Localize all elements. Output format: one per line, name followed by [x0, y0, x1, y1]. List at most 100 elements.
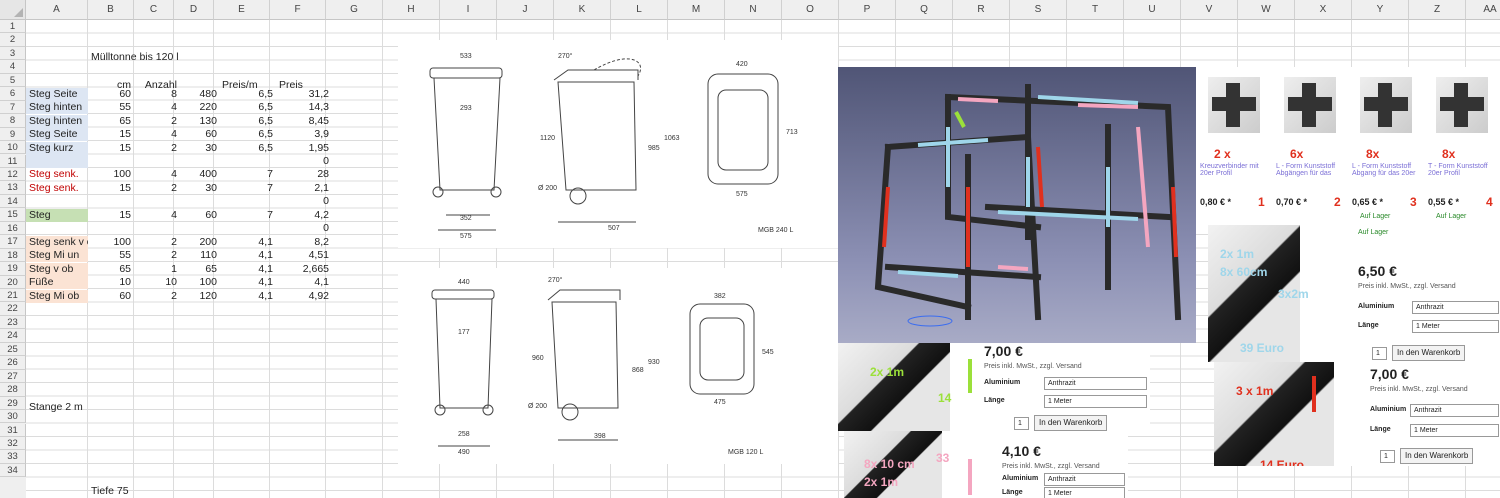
cell-c10[interactable]: 2: [134, 142, 180, 155]
material-select-4[interactable]: Anthrazit: [1044, 473, 1125, 486]
product-tile-1[interactable]: 2 x Kreuzverbinder mit 20er Profil 0,80 € …: [1200, 71, 1272, 221]
column-header-y[interactable]: Y: [1352, 0, 1409, 20]
cell-d7[interactable]: 220: [180, 101, 220, 114]
cell-b34[interactable]: Tiefe 75: [88, 485, 148, 498]
row-header-16[interactable]: 16: [0, 221, 26, 236]
column-header-g[interactable]: G: [326, 0, 383, 20]
add-to-cart-button-3[interactable]: In den Warenkorb: [1400, 448, 1474, 464]
column-header-q[interactable]: Q: [896, 0, 953, 20]
cell-c20[interactable]: 10: [134, 276, 180, 289]
cell-c6[interactable]: 8: [134, 88, 180, 101]
cell-b16[interactable]: [88, 222, 134, 235]
cell-b3[interactable]: Mülltonne bis 120 l: [88, 51, 188, 64]
cell-a11[interactable]: [26, 155, 88, 168]
cell-a17[interactable]: Steg senk v o: [26, 235, 88, 249]
cell-f16[interactable]: 0: [276, 222, 332, 235]
cell-d15[interactable]: 60: [180, 209, 220, 222]
product-tile-3[interactable]: 8x L - Form Kunststoff Abgang für das 20e…: [1352, 71, 1424, 221]
cell-b6[interactable]: 60: [88, 88, 134, 101]
length-select-2[interactable]: 1 Meter: [1044, 395, 1147, 408]
material-select-1[interactable]: Anthrazit: [1412, 301, 1499, 314]
column-header-s[interactable]: S: [1010, 0, 1067, 20]
column-header-d[interactable]: D: [174, 0, 214, 20]
row-header-29[interactable]: 29: [0, 396, 26, 411]
cell-f20[interactable]: 4,1: [276, 276, 332, 289]
cell-b19[interactable]: 65: [88, 263, 134, 276]
column-header-a[interactable]: A: [26, 0, 88, 20]
cell-a8[interactable]: Steg hinten: [26, 114, 88, 128]
cell-c15[interactable]: 4: [134, 209, 180, 222]
cell-d20[interactable]: 100: [180, 276, 220, 289]
cell-b12[interactable]: 100: [88, 168, 134, 181]
cell-d13[interactable]: 30: [180, 182, 220, 195]
cell-c18[interactable]: 2: [134, 249, 180, 262]
cell-b21[interactable]: 60: [88, 290, 134, 303]
cell-d11[interactable]: [180, 155, 220, 168]
cell-d6[interactable]: 480: [180, 88, 220, 101]
column-header-z[interactable]: Z: [1409, 0, 1466, 20]
qty-input-1[interactable]: 1: [1372, 347, 1387, 360]
material-select-3[interactable]: Anthrazit: [1410, 404, 1499, 417]
row-header-28[interactable]: 28: [0, 383, 26, 397]
cell-e13[interactable]: 7: [220, 182, 276, 195]
row-header-5[interactable]: 5: [0, 73, 26, 88]
cell-f8[interactable]: 8,45: [276, 115, 332, 128]
cell-d10[interactable]: 30: [180, 142, 220, 155]
cell-f18[interactable]: 4,51: [276, 249, 332, 262]
row-header-31[interactable]: 31: [0, 423, 26, 437]
row-header-18[interactable]: 18: [0, 248, 26, 263]
qty-input-3[interactable]: 1: [1380, 450, 1395, 463]
cell-f6[interactable]: 31,2: [276, 88, 332, 101]
cell-d14[interactable]: [180, 195, 220, 208]
cell-b14[interactable]: [88, 195, 134, 208]
cell-d16[interactable]: [180, 222, 220, 235]
cell-b10[interactable]: 15: [88, 142, 134, 155]
cell-f14[interactable]: 0: [276, 195, 332, 208]
row-header-27[interactable]: 27: [0, 369, 26, 384]
cell-c8[interactable]: 2: [134, 115, 180, 128]
row-header-32[interactable]: 32: [0, 436, 26, 451]
select-all-corner[interactable]: [0, 0, 26, 20]
column-header-w[interactable]: W: [1238, 0, 1295, 20]
add-to-cart-button-2[interactable]: In den Warenkorb: [1034, 415, 1108, 431]
column-header-k[interactable]: K: [554, 0, 611, 20]
cell-e6[interactable]: 6,5: [220, 88, 276, 101]
cell-b15[interactable]: 15: [88, 209, 134, 222]
cell-f13[interactable]: 2,1: [276, 182, 332, 195]
product-name[interactable]: Kreuzverbinder mit 20er Profil: [1200, 163, 1272, 177]
row-header-25[interactable]: 25: [0, 342, 26, 357]
cell-f12[interactable]: 28: [276, 168, 332, 181]
cell-a10[interactable]: Steg kurz: [26, 141, 88, 155]
cell-e9[interactable]: 6,5: [220, 128, 276, 141]
row-header-3[interactable]: 3: [0, 46, 26, 61]
column-header-aa[interactable]: AA: [1466, 0, 1500, 20]
row-header-15[interactable]: 15: [0, 208, 26, 222]
length-select-4[interactable]: 1 Meter: [1044, 487, 1125, 498]
cell-a13[interactable]: Steg senk.: [26, 182, 88, 195]
cell-e21[interactable]: 4,1: [220, 290, 276, 303]
cell-a6[interactable]: Steg Seite: [26, 87, 88, 101]
row-header-13[interactable]: 13: [0, 181, 26, 195]
cell-e8[interactable]: 6,5: [220, 115, 276, 128]
cell-b7[interactable]: 55: [88, 101, 134, 114]
cell-a18[interactable]: Steg Mi un: [26, 249, 88, 263]
cell-c12[interactable]: 4: [134, 168, 180, 181]
cell-a14[interactable]: [26, 195, 88, 208]
cell-d17[interactable]: 200: [180, 236, 220, 249]
cell-d21[interactable]: 120: [180, 290, 220, 303]
cell-a9[interactable]: Steg Seite: [26, 128, 88, 142]
cell-e7[interactable]: 6,5: [220, 101, 276, 114]
cell-f21[interactable]: 4,92: [276, 290, 332, 303]
cell-b11[interactable]: [88, 155, 134, 168]
cell-f7[interactable]: 14,3: [276, 101, 332, 114]
cell-b8[interactable]: 65: [88, 115, 134, 128]
row-header-22[interactable]: 22: [0, 302, 26, 316]
cell-c7[interactable]: 4: [134, 101, 180, 114]
cell-d18[interactable]: 110: [180, 249, 220, 262]
column-header-b[interactable]: B: [88, 0, 134, 20]
cell-f15[interactable]: 4,2: [276, 209, 332, 222]
cell-b20[interactable]: 10: [88, 276, 134, 289]
row-header-12[interactable]: 12: [0, 167, 26, 182]
cell-e17[interactable]: 4,1: [220, 236, 276, 249]
cell-c13[interactable]: 2: [134, 182, 180, 195]
